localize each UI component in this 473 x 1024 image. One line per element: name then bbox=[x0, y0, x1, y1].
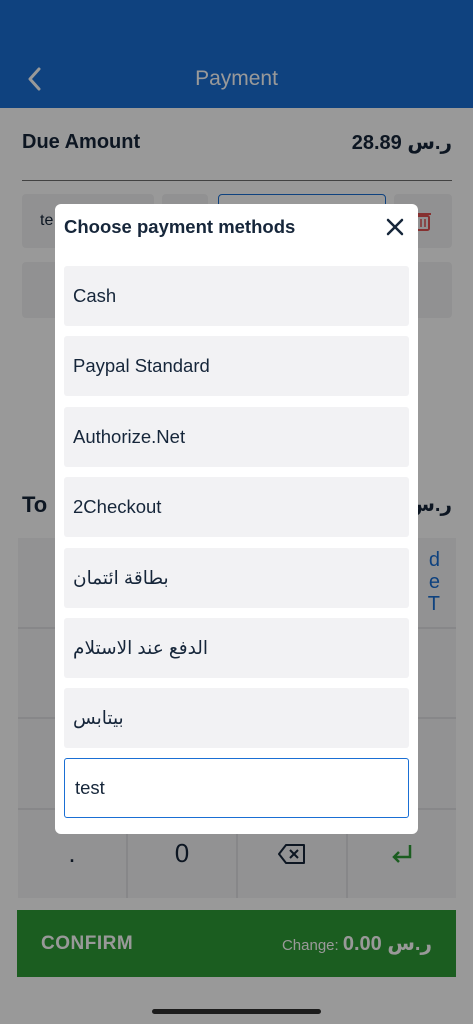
close-icon bbox=[386, 218, 404, 236]
payment-method-paytabs[interactable]: بيتابس bbox=[64, 688, 409, 748]
payment-methods-dialog: Choose payment methods Cash Paypal Stand… bbox=[55, 204, 418, 834]
payment-method-credit-card[interactable]: بطاقة ائتمان bbox=[64, 548, 409, 608]
payment-method-test[interactable]: test bbox=[64, 758, 409, 818]
payment-method-2checkout[interactable]: 2Checkout bbox=[64, 477, 409, 537]
payment-method-authorize-net[interactable]: Authorize.Net bbox=[64, 407, 409, 467]
payment-method-paypal[interactable]: Paypal Standard bbox=[64, 336, 409, 396]
payment-method-cash-on-delivery[interactable]: الدفع عند الاستلام bbox=[64, 618, 409, 678]
close-button[interactable] bbox=[380, 212, 410, 242]
home-indicator bbox=[152, 1009, 321, 1014]
dialog-title: Choose payment methods bbox=[64, 216, 296, 237]
payment-method-cash[interactable]: Cash bbox=[64, 266, 409, 326]
